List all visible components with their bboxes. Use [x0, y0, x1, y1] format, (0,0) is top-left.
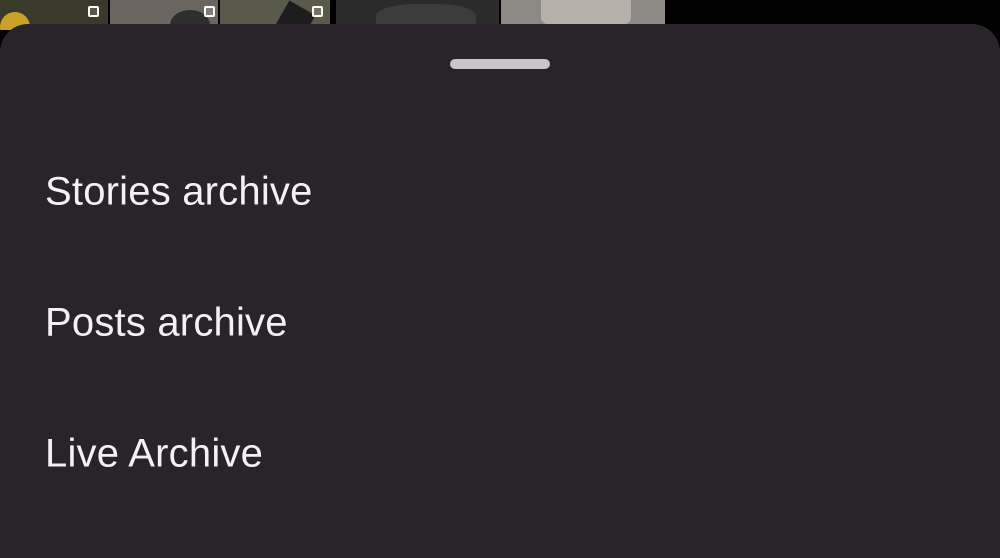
menu-item-stories-archive[interactable]: Stories archive	[0, 137, 1000, 247]
menu-item-live-archive[interactable]: Live Archive	[0, 399, 1000, 509]
multi-photo-icon	[88, 6, 99, 17]
menu-item-posts-archive[interactable]: Posts archive	[0, 268, 1000, 378]
menu-item-label: Live Archive	[45, 431, 264, 476]
multi-photo-icon	[312, 6, 323, 17]
menu-item-label: Posts archive	[45, 300, 288, 345]
multi-photo-icon	[204, 6, 215, 17]
drag-handle[interactable]	[450, 59, 550, 69]
menu-item-label: Stories archive	[45, 169, 313, 214]
archive-bottom-sheet: Stories archive Posts archive Live Archi…	[0, 24, 1000, 558]
